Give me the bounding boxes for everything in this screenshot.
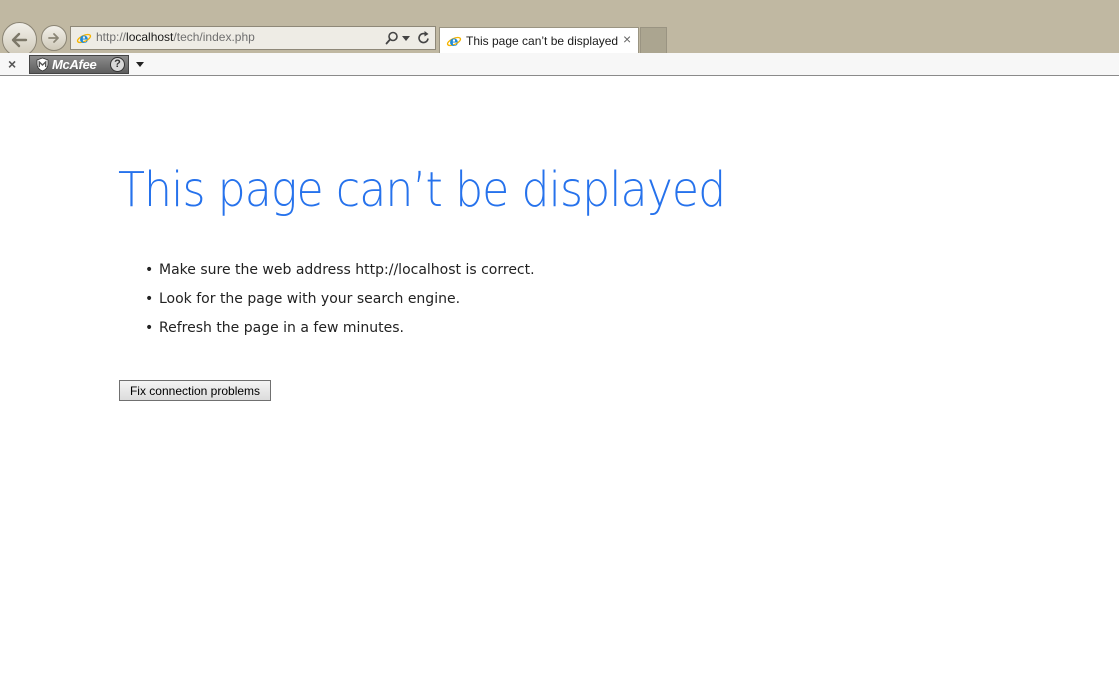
list-item: • Make sure the web address http://localh…: [145, 259, 535, 288]
list-item: • Look for the page with your search engi…: [145, 288, 535, 317]
url-path: /tech/index.php: [173, 30, 255, 44]
bullet: •: [145, 262, 154, 278]
svg-text:e: e: [80, 31, 89, 46]
new-tab-button[interactable]: [640, 27, 667, 53]
chevron-down-icon[interactable]: [136, 62, 144, 67]
url-host: localhost: [126, 30, 174, 44]
tab-active[interactable]: e This page can’t be displayed ×: [439, 27, 639, 53]
help-icon[interactable]: ?: [110, 57, 125, 72]
arrow-right-icon: [48, 33, 59, 43]
command-toolbar: × McAfee ?: [0, 53, 1119, 76]
tip-text: Make sure the web address http://localho…: [159, 262, 535, 278]
bullet: •: [145, 320, 154, 336]
tab-close-icon[interactable]: ×: [623, 31, 631, 47]
back-button[interactable]: [2, 22, 37, 57]
mcafee-button[interactable]: McAfee ?: [29, 55, 129, 74]
svg-text:e: e: [450, 34, 459, 49]
troubleshooting-list: • Make sure the web address http://localh…: [145, 259, 535, 346]
tab-title: This page can’t be displayed: [466, 34, 619, 48]
page-title: This page can’t be displayed: [118, 162, 726, 218]
address-url[interactable]: http://localhost/tech/index.php: [96, 30, 255, 44]
search-icon[interactable]: [385, 31, 399, 45]
address-bar[interactable]: e http://localhost/tech/index.php: [70, 26, 436, 50]
list-item: • Refresh the page in a few minutes.: [145, 317, 535, 346]
browser-chrome: e http://localhost/tech/index.php e This…: [0, 0, 1119, 57]
tip-text: Refresh the page in a few minutes.: [159, 320, 404, 336]
bullet: •: [145, 291, 154, 307]
toolbar-close-icon[interactable]: ×: [8, 56, 16, 72]
chevron-down-icon[interactable]: [402, 36, 410, 41]
url-prefix: http://: [96, 30, 127, 44]
mcafee-label: McAfee: [52, 57, 97, 72]
forward-button[interactable]: [41, 25, 67, 51]
refresh-icon[interactable]: [417, 30, 431, 45]
tip-text: Look for the page with your search engin…: [159, 291, 461, 307]
ie-logo-icon: e: [446, 34, 462, 49]
arrow-left-icon: [11, 32, 27, 47]
ie-logo-icon: e: [76, 31, 92, 46]
fix-connection-problems-button[interactable]: Fix connection problems: [119, 380, 271, 401]
mcafee-shield-icon: [36, 57, 49, 72]
